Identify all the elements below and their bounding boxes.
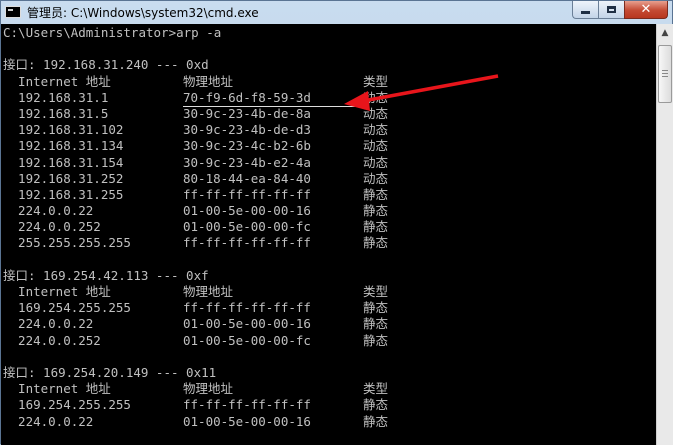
red-arrow-annotation: [344, 74, 499, 111]
cmd-window: 管理员: C:\Windows\system32\cmd.exe ✕ C:\Us…: [0, 0, 673, 445]
arrow-head: [344, 91, 370, 111]
arrow-shaft: [362, 74, 499, 103]
